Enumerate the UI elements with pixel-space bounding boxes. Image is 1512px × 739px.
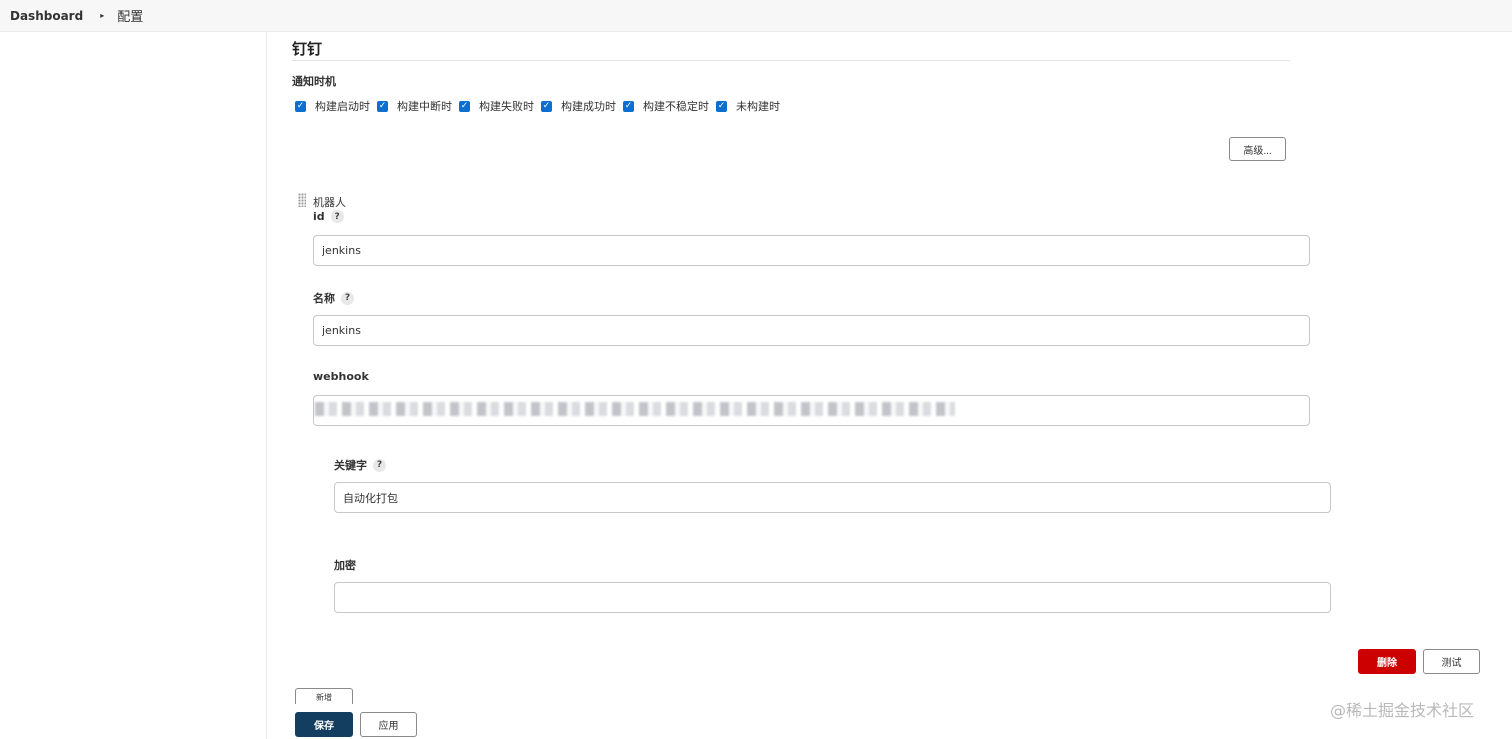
drag-handle-icon[interactable] [298,193,306,207]
notify-timing-label: 通知时机 [292,75,336,88]
apply-button[interactable]: 应用 [360,712,417,737]
checkbox-checked-icon[interactable]: ✓ [541,100,552,112]
notify-option-label: 构建启动时 [315,100,370,113]
id-input[interactable] [313,235,1310,266]
secret-label: 加密 [334,559,356,572]
name-input[interactable] [313,315,1310,346]
help-icon[interactable]: ? [341,291,354,305]
checkbox-checked-icon[interactable]: ✓ [377,100,388,112]
robot-label: 机器人 [313,196,346,209]
id-label: id ? [313,210,344,223]
notify-option[interactable]: ✓ 构建中断时 [377,98,452,114]
notify-option[interactable]: ✓ 构建不稳定时 [623,98,709,114]
id-label-text: id [313,210,325,223]
name-label-text: 名称 [313,292,335,305]
keyword-label-text: 关键字 [334,459,367,472]
webhook-input[interactable] [313,395,1310,426]
help-icon[interactable]: ? [373,458,386,472]
delete-button[interactable]: 删除 [1358,649,1416,674]
checkbox-checked-icon[interactable]: ✓ [716,100,727,112]
section-divider [292,60,1290,61]
webhook-label: webhook [313,370,369,383]
watermark: @稀土掘金技术社区 [1330,701,1475,720]
notify-option[interactable]: ✓ 构建失败时 [459,98,534,114]
notify-option-label: 未构建时 [736,100,780,113]
notify-option-label: 构建不稳定时 [643,100,709,113]
add-robot-button[interactable]: 新增 [295,688,353,704]
secret-input[interactable] [334,582,1331,613]
breadcrumb-bar: Dashboard ▸ 配置 [0,0,1512,32]
notify-option[interactable]: ✓ 构建启动时 [295,98,370,114]
test-button[interactable]: 测试 [1423,649,1480,674]
help-icon[interactable]: ? [330,210,344,223]
advanced-button[interactable]: 高级... [1229,137,1286,161]
breadcrumb-dashboard-link[interactable]: Dashboard [10,9,83,23]
page-divider [266,31,267,739]
breadcrumb-current: 配置 [117,10,144,25]
notify-option-label: 构建中断时 [397,100,452,113]
keyword-label: 关键字 ? [334,457,386,473]
checkbox-checked-icon[interactable]: ✓ [295,100,306,112]
notify-option-label: 构建失败时 [479,100,534,113]
breadcrumb-chevron-icon[interactable]: ▸ [100,11,104,20]
notify-options: ✓ 构建启动时 ✓ 构建中断时 ✓ 构建失败时 ✓ 构建成功时 ✓ 构建不稳定时… [295,98,787,114]
section-title: 钉钉 [292,40,323,58]
notify-option-label: 构建成功时 [561,100,616,113]
keyword-input[interactable] [334,482,1331,513]
save-button[interactable]: 保存 [295,712,353,737]
notify-option[interactable]: ✓ 构建成功时 [541,98,616,114]
notify-option[interactable]: ✓ 未构建时 [716,98,780,114]
name-label: 名称 ? [313,290,354,306]
checkbox-checked-icon[interactable]: ✓ [459,100,470,112]
checkbox-checked-icon[interactable]: ✓ [623,100,634,112]
